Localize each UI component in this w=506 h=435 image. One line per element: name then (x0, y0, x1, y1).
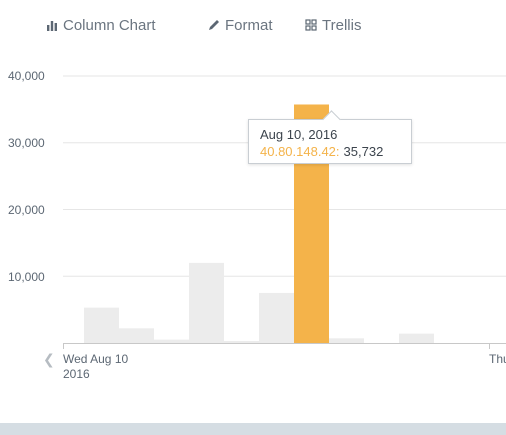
column-chart: 40,000 30,000 20,000 10,000 ❮ Wed Aug 10… (0, 55, 506, 395)
chart-bar[interactable] (189, 262, 224, 343)
column-chart-label: Column Chart (63, 16, 156, 34)
chart-bar[interactable] (84, 307, 119, 343)
tooltip-row: 40.80.148.42: 35,732 (260, 144, 402, 160)
footer-bar (0, 423, 506, 435)
tooltip-date: Aug 10, 2016 (260, 127, 338, 142)
y-tick-label: 20,000 (8, 203, 45, 217)
scroll-left-icon[interactable]: ❮ (43, 351, 55, 368)
chart-bar[interactable] (119, 328, 154, 343)
x-tick-label: Wed Aug 10 2016 (63, 352, 129, 381)
tooltip-series: 40.80.148.42: (260, 144, 340, 159)
trellis-label: Trellis (322, 16, 362, 34)
format-button[interactable]: Format (208, 14, 273, 36)
chart-bar[interactable] (329, 338, 364, 343)
column-chart-button[interactable]: Column Chart (46, 14, 156, 36)
chart-toolbar: Column Chart Format Trellis (0, 0, 506, 48)
chart-bar[interactable] (224, 340, 259, 343)
pencil-icon (208, 19, 220, 31)
y-tick-label: 30,000 (8, 136, 45, 150)
chart-bar[interactable] (154, 339, 189, 343)
y-tick-label: 10,000 (8, 270, 45, 284)
format-label: Format (225, 16, 273, 34)
chart-plot-area (63, 75, 506, 349)
trellis-button[interactable]: Trellis (305, 14, 361, 36)
y-tick-label: 40,000 (8, 69, 45, 83)
chart-bar[interactable] (259, 292, 294, 343)
chart-bar[interactable] (399, 333, 434, 343)
x-tick-label: Thu (489, 352, 506, 366)
bar-chart-icon (46, 19, 58, 31)
tooltip-value: 35,732 (343, 144, 384, 159)
grid-icon (305, 19, 317, 31)
chart-tooltip: Aug 10, 2016 40.80.148.42: 35,732 (248, 110, 412, 164)
